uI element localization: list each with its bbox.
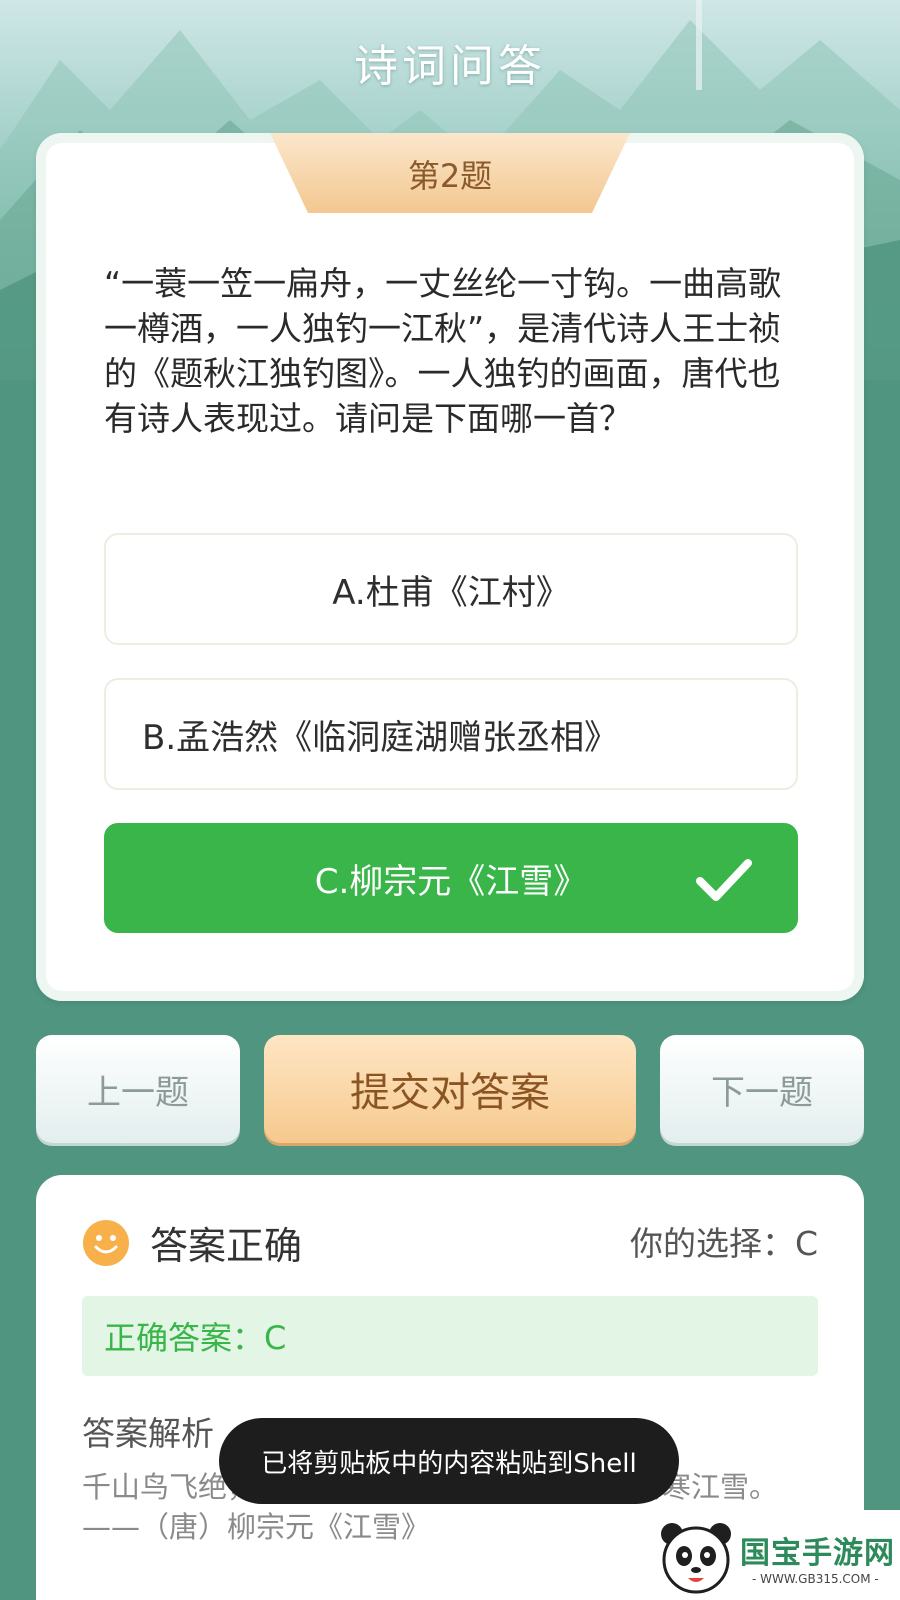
- result-status: 答案正确: [150, 1224, 303, 1268]
- your-choice: 你的选择：C: [629, 1224, 818, 1263]
- option-a[interactable]: A.杜甫《江村》: [104, 533, 798, 645]
- submit-answer-button[interactable]: 提交对答案: [264, 1035, 636, 1143]
- question-text: “一蓑一笠一扁舟，一丈丝纶一寸钩。一曲高歌一樽酒，一人独钓一江秋”，是清代诗人王…: [104, 264, 782, 438]
- question-number-tab: 第2题: [270, 133, 630, 217]
- page-title: 诗词问答: [354, 41, 546, 92]
- analysis-title: 答案解析: [82, 1414, 214, 1453]
- option-c[interactable]: C.柳宗元《江雪》: [104, 823, 798, 933]
- watermark-name: 国宝手游网: [740, 1536, 895, 1571]
- watermark-url: - WWW.GB315.COM -: [752, 1572, 879, 1586]
- option-b[interactable]: B.孟浩然《临洞庭湖赠张丞相》: [104, 678, 798, 790]
- option-a-label: A.杜甫《江村》: [332, 572, 570, 613]
- question-card: 第2题 “一蓑一笠一扁舟，一丈丝纶一寸钩。一曲高歌一樽酒，一人独钓一江秋”，是清…: [36, 133, 864, 1001]
- option-b-label: B.孟浩然《临洞庭湖赠张丞相》: [142, 717, 619, 758]
- correct-answer: 正确答案：C: [82, 1296, 818, 1376]
- check-icon: [696, 859, 752, 901]
- question-number: 第2题: [407, 157, 493, 195]
- panda-logo-icon: [661, 1523, 731, 1594]
- prev-question-button[interactable]: 上一题: [36, 1035, 240, 1143]
- toast-message: 已将剪贴板中的内容粘贴到Shell: [219, 1418, 679, 1504]
- watermark: 国宝手游网 - WWW.GB315.COM -: [648, 1510, 900, 1600]
- option-c-label: C.柳宗元《江雪》: [314, 861, 588, 902]
- smile-icon: [83, 1220, 129, 1266]
- next-question-button[interactable]: 下一题: [660, 1035, 864, 1143]
